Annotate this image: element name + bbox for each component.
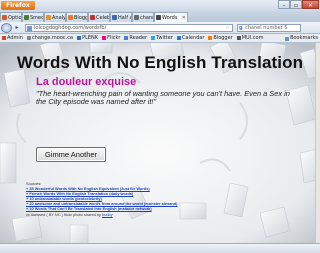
tab-celebrity[interactable]: Celebrity — [88, 12, 110, 22]
tab-words-active[interactable]: Words ✕ — [154, 12, 188, 22]
bookmark-mui[interactable]: MUI.com — [236, 34, 264, 42]
bookmark-label: Flickr — [107, 34, 121, 41]
word-definition: "The heart-wrenching pain of wanting som… — [36, 89, 290, 107]
bookmark-change-mooc[interactable]: change.mooc.ca — [26, 34, 74, 42]
tab-label: Half an — [118, 14, 131, 21]
bookmark-favicon-icon — [124, 36, 129, 40]
bookmark-twitter[interactable]: Twitter — [151, 34, 173, 42]
bookmark-label: Twitter — [156, 34, 173, 41]
tab-close-icon[interactable]: ✕ — [182, 13, 187, 22]
tab-label: Words — [162, 14, 178, 21]
maximize-button[interactable]: ▫ — [290, 0, 302, 9]
tab-label: Analyti — [52, 14, 66, 21]
bookmark-label: Reader — [129, 34, 148, 41]
bookmark-label: change.mooc.ca — [31, 34, 74, 41]
bookmark-favicon-icon — [77, 36, 82, 40]
site-favicon-icon — [27, 25, 32, 31]
bookmark-label: Calendar — [181, 34, 205, 41]
tab-analytics[interactable]: Analyti — [44, 12, 66, 22]
close-button[interactable]: ✕ — [302, 0, 319, 9]
bookmark-favicon-icon — [102, 36, 107, 40]
browser-window: Firefox – ▫ ✕ Options Smedion Analyti Bl… — [0, 0, 320, 253]
search-input[interactable]: g chanel number 5 — [237, 23, 301, 32]
tab-blogger[interactable]: Blogger: — [66, 12, 88, 22]
photo-credit: cc licensed ( BY NC ) flickr photo share… — [26, 212, 113, 217]
tab-chanel[interactable]: chanel n — [132, 12, 154, 22]
search-text: chanel number 5 — [245, 24, 288, 31]
bookmark-label: MUI.com — [241, 34, 264, 41]
tab-label: Smedion — [30, 14, 44, 21]
web-page: Words With No English Translation La dou… — [0, 43, 320, 243]
bookmark-calendar[interactable]: Calendar — [176, 34, 205, 42]
navigation-bar: ▸ lolcogdoghdog.com/wordsfb/ ☆ g chanel … — [0, 22, 320, 34]
bookmark-favicon-icon — [236, 36, 241, 40]
credit-text: cc licensed ( BY NC ) flickr photo share… — [26, 212, 101, 217]
bookmark-plenk[interactable]: PLENK — [77, 34, 98, 42]
bookmark-flickr[interactable]: Flickr — [102, 34, 120, 42]
bookmark-label: Admin — [7, 34, 23, 41]
bookmark-label: PLENK — [82, 34, 99, 41]
tab-options[interactable]: Options — [0, 12, 22, 22]
bookmarks-menu-button[interactable]: Bookmarks — [285, 34, 318, 42]
tab-favicon-icon — [2, 15, 7, 20]
page-title: Words With No English Translation — [16, 53, 304, 72]
gimme-another-button[interactable]: Gimme Another — [36, 147, 106, 162]
source-link[interactable]: + 10 Words That Can't Be Translated Into… — [26, 206, 152, 211]
bookmark-favicon-icon — [151, 36, 156, 40]
back-button[interactable] — [1, 22, 12, 33]
tab-favicon-icon — [90, 15, 95, 20]
tab-label: chanel n — [140, 14, 153, 21]
tab-favicon-icon — [24, 15, 29, 20]
google-search-icon: g — [239, 24, 243, 31]
bookmark-favicon-icon — [176, 36, 181, 40]
url-text: lolcogdoghdog.com/wordsfb/ — [34, 24, 107, 31]
source-link-row[interactable]: + 10 Words That Can't Be Translated Into… — [26, 206, 276, 211]
bookmark-reader[interactable]: Reader — [124, 34, 147, 42]
tab-favicon-icon — [156, 15, 161, 20]
tab-half-an[interactable]: Half an — [110, 12, 132, 22]
tab-label: Celebrity — [96, 14, 110, 21]
bookmark-label: Blogger — [213, 34, 233, 41]
firefox-menu-button[interactable]: Firefox — [1, 1, 35, 10]
tab-favicon-icon — [68, 15, 73, 20]
bookmark-star-icon[interactable]: ☆ — [226, 25, 230, 32]
tab-label: Options — [8, 14, 22, 21]
bookmark-blogger[interactable]: Blogger — [208, 34, 233, 42]
tab-label: Blogger: — [74, 14, 88, 21]
bookmark-favicon-icon — [208, 36, 213, 40]
bookmarks-bar: Admin change.mooc.ca PLENK Flickr Reader… — [0, 34, 320, 43]
tab-favicon-icon — [134, 15, 139, 20]
tab-smedion[interactable]: Smedion — [22, 12, 44, 22]
foreign-word: La douleur exquise — [36, 76, 137, 88]
bookmark-admin[interactable]: Admin — [2, 34, 23, 42]
tab-favicon-icon — [46, 15, 51, 20]
forward-button[interactable]: ▸ — [12, 23, 22, 32]
address-bar[interactable]: lolcogdoghdog.com/wordsfb/ ☆ — [25, 23, 233, 32]
bookmarks-menu-label: Bookmarks — [290, 35, 318, 41]
credit-user-link[interactable]: budby — [102, 212, 113, 217]
bookmark-favicon-icon — [26, 36, 31, 40]
sources-list: Sources: + 35 Wonderful Words With No En… — [26, 181, 276, 211]
title-bar: Firefox – ▫ ✕ — [0, 0, 320, 11]
window-controls: – ▫ ✕ — [278, 0, 319, 9]
bookmark-favicon-icon — [2, 36, 6, 40]
vertical-scrollbar[interactable] — [315, 43, 320, 243]
bookmarks-folder-icon — [285, 36, 290, 41]
tab-favicon-icon — [112, 15, 117, 20]
minimize-button[interactable]: – — [278, 0, 290, 9]
